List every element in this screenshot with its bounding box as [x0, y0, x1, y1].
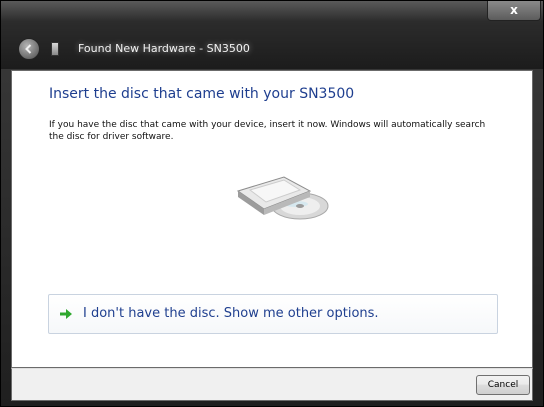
back-arrow-icon [25, 44, 32, 54]
no-disc-option[interactable]: I don't have the disc. Show me other opt… [48, 294, 498, 334]
button-bar: Cancel [11, 368, 533, 401]
title-bar: x Found New Hardware - SN3500 [1, 1, 543, 69]
page-description: If you have the disc that came with your… [49, 120, 486, 142]
wizard-content: Insert the disc that came with your SN35… [11, 70, 533, 368]
page-heading: Insert the disc that came with your SN35… [49, 86, 355, 102]
optical-drive-with-disc-icon [236, 176, 329, 220]
hardware-wizard-icon [51, 42, 59, 56]
no-disc-option-label: I don't have the disc. Show me other opt… [83, 306, 379, 321]
wizard-window: x Found New Hardware - SN3500 Insert the… [0, 0, 544, 407]
back-button[interactable] [18, 38, 40, 60]
cancel-button[interactable]: Cancel [476, 375, 530, 395]
close-button[interactable]: x [487, 1, 541, 21]
green-arrow-icon [60, 309, 72, 319]
window-title: Found New Hardware - SN3500 [78, 42, 250, 55]
